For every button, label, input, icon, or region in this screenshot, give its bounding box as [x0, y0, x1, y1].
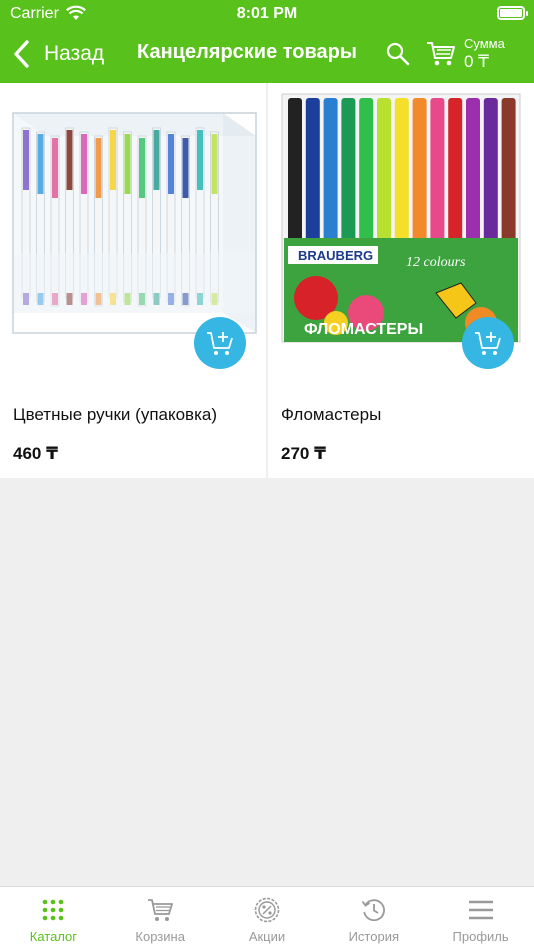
gel-pens-image	[8, 88, 258, 343]
tab-promotions[interactable]: Акции	[214, 887, 321, 950]
grid-icon	[43, 899, 64, 921]
product-card[interactable]: Цветные ручки (упаковка) 460 ₸	[0, 83, 266, 478]
product-price: 270 ₸	[281, 444, 326, 463]
tab-label: Корзина	[135, 929, 185, 944]
product-grid: Цветные ручки (упаковка) 460 ₸ BRAUBERG …	[0, 83, 534, 478]
clock: 8:01 PM	[236, 5, 298, 22]
cart-sum[interactable]: Сумма 0 ₸	[464, 36, 505, 72]
page-title: Канцелярские товары	[137, 41, 357, 63]
sum-label: Сумма	[464, 36, 505, 51]
add-to-cart-icon	[475, 332, 501, 355]
search-icon[interactable]	[386, 42, 410, 66]
markers-image: BRAUBERG 12 colours ФЛОМАСТЕРЫ	[276, 88, 526, 343]
history-icon	[361, 899, 385, 922]
chevron-left-icon	[14, 40, 29, 68]
status-bar: Carrier 8:01 PM	[0, 0, 534, 28]
package-brand: BRAUBERG	[298, 248, 373, 263]
battery-icon	[497, 6, 528, 20]
back-button[interactable]: Назад	[12, 38, 104, 70]
package-label: ФЛОМАСТЕРЫ	[304, 321, 423, 338]
add-to-cart-button[interactable]	[194, 317, 246, 369]
back-label: Назад	[44, 42, 105, 65]
sum-value: 0 ₸	[464, 52, 489, 71]
tab-catalog[interactable]: Каталог	[0, 887, 107, 950]
product-name: Цветные ручки (упаковка)	[13, 405, 218, 424]
nav-bar: Назад Канцелярские товары Сумма 0 ₸	[0, 28, 534, 83]
product-card[interactable]: BRAUBERG 12 colours ФЛОМАСТЕРЫ Фломастер…	[268, 83, 534, 478]
tab-cart[interactable]: Корзина	[107, 887, 214, 950]
tab-label: Профиль	[452, 929, 509, 944]
tab-history[interactable]: История	[320, 887, 427, 950]
tab-profile[interactable]: Профиль	[427, 887, 534, 950]
product-name: Фломастеры	[281, 405, 382, 424]
cart-icon[interactable]	[426, 40, 456, 68]
menu-icon	[468, 900, 493, 920]
tab-label: Каталог	[29, 929, 78, 944]
add-to-cart-icon	[207, 332, 233, 355]
tab-label: История	[348, 929, 399, 944]
top-bar: Carrier 8:01 PM Назад Канцелярские товар…	[0, 0, 534, 83]
product-price: 460 ₸	[13, 444, 58, 463]
cart-icon	[148, 899, 174, 921]
tab-label: Акции	[248, 929, 286, 944]
tab-bar: Каталог Корзина Акции История Профиль	[0, 886, 534, 950]
package-colors: 12 colours	[406, 255, 466, 270]
add-to-cart-button[interactable]	[462, 317, 514, 369]
percent-icon	[254, 897, 280, 923]
